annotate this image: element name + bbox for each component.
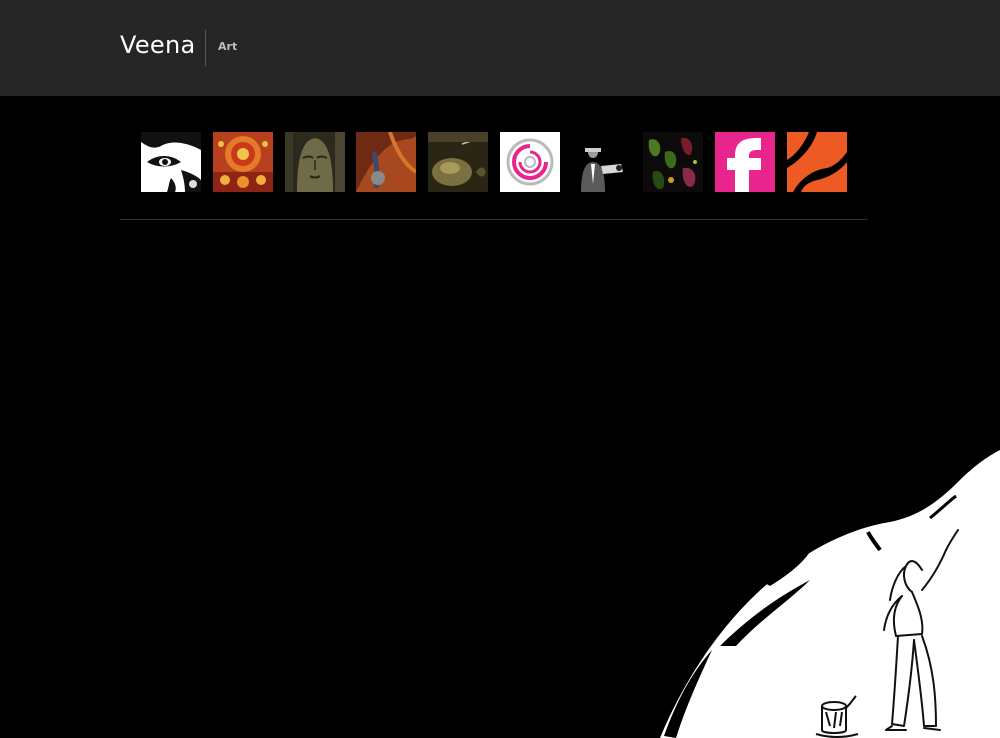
orange-abstract-painting-icon — [356, 132, 416, 192]
pink-swirl-logo-icon — [500, 132, 560, 192]
thumb-dark-figures[interactable] — [643, 132, 703, 192]
thumb-brass-vessel[interactable] — [428, 132, 488, 192]
thumb-orange-painting[interactable] — [356, 132, 416, 192]
thumb-buddha-statue[interactable] — [285, 132, 345, 192]
thumb-bharatanatyam-face[interactable] — [141, 132, 201, 192]
thumb-pink-circle-logo[interactable] — [500, 132, 560, 192]
brass-still-life-icon — [428, 132, 488, 192]
dancer-eye-graphic-icon — [141, 132, 201, 192]
bronze-buddha-face-icon — [285, 132, 345, 192]
orange-stripe-logo-icon — [787, 132, 847, 192]
site-tagline: Art — [218, 40, 238, 53]
noir-gunman-poster-icon — [571, 132, 631, 192]
thumbnail-gallery — [141, 132, 861, 192]
kathakali-painting-icon — [213, 132, 273, 192]
title-divider — [205, 30, 206, 66]
thumb-gunman[interactable] — [571, 132, 631, 192]
header-divider-rule — [120, 219, 868, 220]
painter-illustration — [660, 450, 1000, 738]
thumb-pink-f-logo[interactable] — [715, 132, 775, 192]
site-title[interactable]: Veena — [120, 29, 196, 61]
thumb-orange-stripe-logo[interactable] — [787, 132, 847, 192]
site-header: Veena Art — [0, 0, 1000, 96]
page: Veena Art — [0, 0, 1000, 738]
letter-f-logo-icon — [715, 132, 775, 192]
thumb-kathakali-mask[interactable] — [213, 132, 273, 192]
dark-colorful-figures-icon — [643, 132, 703, 192]
